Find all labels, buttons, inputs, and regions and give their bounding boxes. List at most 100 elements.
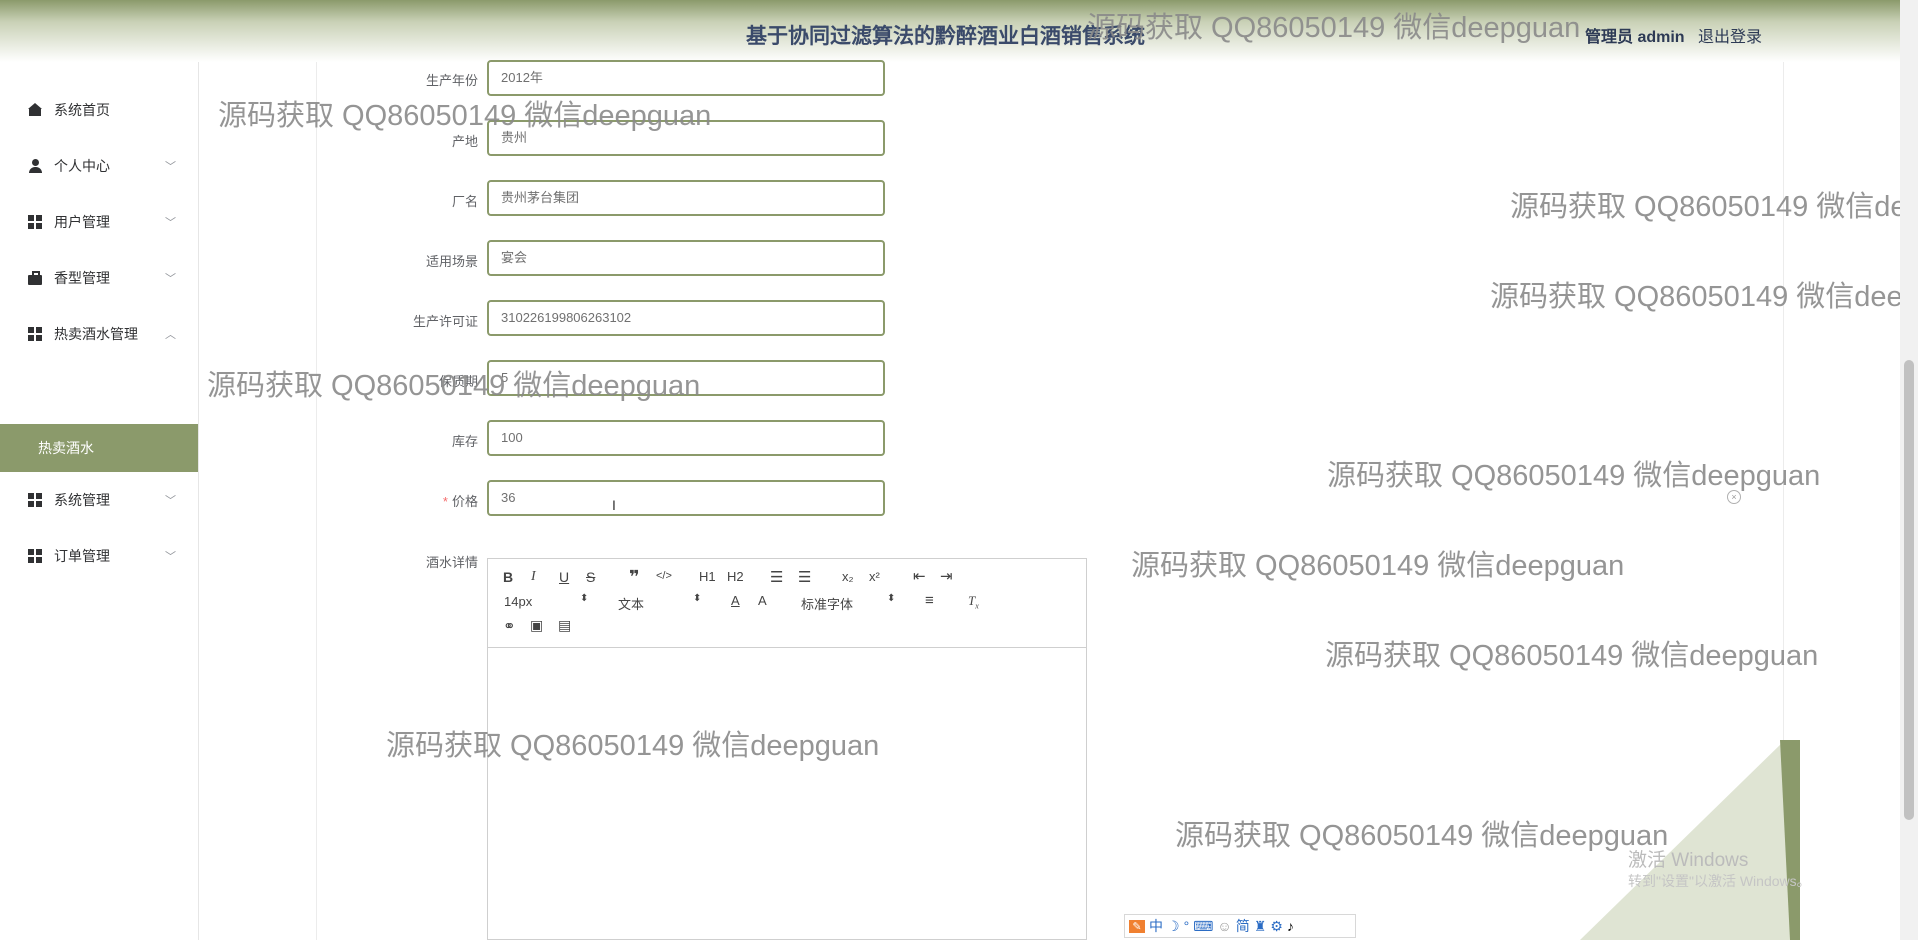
page-scrollbar[interactable] bbox=[1900, 0, 1918, 940]
sidebar-item-system[interactable]: 系统管理 ﹀ bbox=[0, 480, 198, 520]
stock-input[interactable]: 100 bbox=[487, 420, 885, 456]
bold-icon[interactable]: B bbox=[503, 569, 513, 585]
superscript-icon[interactable]: x² bbox=[869, 569, 880, 584]
field-label-scene: 适用场景 bbox=[425, 254, 478, 269]
sidebar-item-label: 热卖酒水 bbox=[38, 440, 94, 456]
sidebar-item-orders[interactable]: 订单管理 ﹀ bbox=[0, 536, 198, 576]
text-cursor-icon: I bbox=[612, 497, 616, 513]
bullet-list-icon[interactable]: ☰ bbox=[798, 568, 811, 586]
ime-chinese-mode[interactable]: 中 bbox=[1149, 916, 1163, 936]
keyboard-icon[interactable]: ⌨ bbox=[1193, 918, 1213, 935]
chevron-updown-icon: ⬍ bbox=[580, 593, 589, 604]
sidebar-subitem-hot-drinks[interactable]: 热卖酒水 bbox=[0, 424, 198, 472]
field-label-license: 生产许可证 bbox=[412, 314, 478, 329]
blockquote-icon[interactable]: ❞ bbox=[629, 567, 640, 588]
user-icon[interactable]: ☺ bbox=[1217, 918, 1231, 934]
chevron-down-icon: ﹀ bbox=[165, 217, 176, 229]
chevron-updown-icon: ⬍ bbox=[693, 593, 702, 604]
sidebar-item-label: 系统管理 bbox=[54, 492, 110, 508]
indent-icon[interactable]: ⇥ bbox=[940, 567, 953, 585]
moon-icon[interactable]: ☽ bbox=[1167, 918, 1180, 935]
watermark-text: 源码获取 QQ86050149 微信deepguan bbox=[1175, 820, 1669, 852]
required-mark: * bbox=[442, 494, 448, 509]
chevron-down-icon: ﹀ bbox=[165, 161, 176, 173]
strikethrough-icon[interactable]: S bbox=[586, 569, 595, 585]
watermark-text: 源码获取 QQ86050149 微信deepguan bbox=[386, 730, 880, 762]
music-icon[interactable]: ♪ bbox=[1287, 918, 1294, 934]
watermark-text: 源码获取 QQ86050149 微信deepguan bbox=[1325, 640, 1819, 672]
sidebar-item-users[interactable]: 用户管理 ﹀ bbox=[0, 202, 198, 242]
app-title: 基于协同过滤算法的黔醉酒业白酒销售系统 bbox=[746, 25, 1145, 48]
watermark-text: 源码获取 QQ86050149 微信deepguan bbox=[1490, 281, 1918, 313]
scrollbar-thumb[interactable] bbox=[1904, 360, 1914, 820]
windows-activation-subtitle: 转到"设置"以激活 Windows。 bbox=[1628, 873, 1811, 889]
grid-icon bbox=[28, 493, 42, 507]
watermark-text: 源码获取 QQ86050149 微信deepguan bbox=[1327, 460, 1821, 492]
gear-icon[interactable]: ⚙ bbox=[1270, 918, 1283, 935]
font-color-icon[interactable]: A bbox=[731, 593, 740, 608]
underline-icon[interactable]: U bbox=[559, 569, 569, 585]
link-icon[interactable]: ⚭ bbox=[503, 617, 516, 635]
ime-toolbar: ✎ 中 ☽ ° ⌨ ☺ 简 ♜ ⚙ ♪ bbox=[1124, 914, 1356, 938]
video-icon[interactable]: ▤ bbox=[558, 617, 571, 634]
clear-format-icon[interactable]: Tx bbox=[968, 593, 979, 611]
chevron-down-icon: ﹀ bbox=[165, 495, 176, 507]
grid-icon bbox=[28, 215, 42, 229]
sidebar-item-label: 系统首页 bbox=[54, 102, 110, 118]
chevron-up-icon: ︿ bbox=[165, 329, 176, 341]
sidebar-item-aroma[interactable]: 香型管理 ﹀ bbox=[0, 258, 198, 298]
subscript-icon[interactable]: x₂ bbox=[842, 569, 854, 584]
field-label-stock: 库存 bbox=[451, 434, 478, 449]
align-icon[interactable]: ≡ bbox=[925, 592, 934, 609]
sidebar-item-label: 订单管理 bbox=[54, 548, 110, 564]
home-icon bbox=[28, 103, 42, 117]
briefcase-icon bbox=[28, 271, 42, 285]
watermark-text: 源码获取 QQ86050149 微信deepguan bbox=[1087, 12, 1581, 44]
font-family-select[interactable]: 标准字体 bbox=[801, 594, 853, 613]
heading1-icon[interactable]: H1 bbox=[699, 569, 716, 584]
paragraph-select[interactable]: 文本 bbox=[618, 594, 644, 613]
top-header: 基于协同过滤算法的黔醉酒业白酒销售系统 管理员 admin 退出登录 bbox=[0, 0, 1918, 62]
factory-input[interactable]: 贵州茅台集团 bbox=[487, 180, 885, 216]
field-label-year: 生产年份 bbox=[425, 73, 478, 88]
windows-activation-title: 激活 Windows bbox=[1628, 850, 1749, 871]
sidebar-item-label: 个人中心 bbox=[54, 158, 110, 174]
sidebar-item-label: 用户管理 bbox=[54, 214, 110, 230]
license-input[interactable]: 310226199806263102 bbox=[487, 300, 885, 336]
ordered-list-icon[interactable]: ☰ bbox=[770, 568, 783, 586]
ime-logo-icon[interactable]: ✎ bbox=[1129, 919, 1145, 933]
scene-input[interactable]: 宴会 bbox=[487, 240, 885, 276]
watermark-text: 源码获取 QQ86050149 微信deepguan bbox=[1510, 191, 1918, 223]
italic-icon[interactable]: I bbox=[531, 569, 536, 585]
grid-icon bbox=[28, 327, 42, 341]
skin-icon[interactable]: ♜ bbox=[1254, 918, 1267, 935]
editor-toolbar: B I U S ❞ </> H1 H2 ☰ ☰ x₂ x² ⇤ ⇥ 14px ⬍… bbox=[488, 559, 1086, 648]
heading2-icon[interactable]: H2 bbox=[727, 569, 744, 584]
punctuation-icon[interactable]: ° bbox=[1184, 918, 1190, 934]
image-icon[interactable]: ▣ bbox=[530, 617, 543, 634]
sidebar-item-hot-drinks-management[interactable]: 热卖酒水管理 ︿ bbox=[0, 314, 198, 354]
field-label-detail: 酒水详情 bbox=[425, 555, 478, 570]
user-icon bbox=[28, 159, 42, 173]
field-label-factory: 厂名 bbox=[451, 194, 478, 209]
background-color-icon[interactable]: A bbox=[758, 593, 767, 608]
ime-simplified-mode[interactable]: 简 bbox=[1236, 916, 1250, 936]
sidebar-item-profile[interactable]: 个人中心 ﹀ bbox=[0, 146, 198, 186]
sidebar-item-home[interactable]: 系统首页 bbox=[0, 90, 198, 130]
logout-link[interactable]: 退出登录 bbox=[1698, 23, 1762, 47]
chevron-down-icon: ﹀ bbox=[165, 551, 176, 563]
chevron-down-icon: ﹀ bbox=[165, 273, 176, 285]
price-input[interactable]: 36 bbox=[487, 480, 885, 516]
outdent-icon[interactable]: ⇤ bbox=[913, 567, 926, 585]
sidebar: 系统首页 个人中心 ﹀ 用户管理 ﹀ 香型管理 ﹀ 热卖酒水管理 ︿ 热卖酒水 … bbox=[0, 62, 199, 940]
font-size-select[interactable]: 14px bbox=[504, 594, 532, 609]
code-icon[interactable]: </> bbox=[656, 570, 672, 582]
watermark-text: 源码获取 QQ86050149 微信deepguan bbox=[207, 370, 701, 402]
field-label-price: * 价格 bbox=[318, 491, 478, 510]
chevron-updown-icon: ⬍ bbox=[887, 593, 896, 604]
price-label-text: 价格 bbox=[451, 494, 478, 509]
sidebar-item-label: 香型管理 bbox=[54, 270, 110, 286]
current-user: 管理员 admin bbox=[1585, 29, 1685, 46]
watermark-text: 源码获取 QQ86050149 微信deepguan bbox=[218, 100, 712, 132]
year-input[interactable]: 2012年 bbox=[487, 60, 885, 96]
